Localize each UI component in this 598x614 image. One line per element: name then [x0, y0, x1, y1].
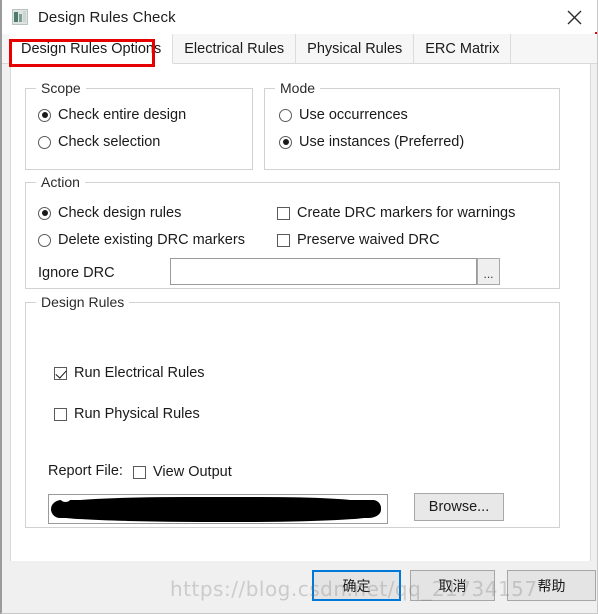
radio-check-entire-design[interactable]: Check entire design	[38, 107, 186, 123]
checkbox-run-electrical-rules[interactable]: Run Electrical Rules	[54, 365, 205, 381]
radio-use-instances[interactable]: Use instances (Preferred)	[279, 134, 464, 150]
checkbox-icon	[54, 366, 67, 380]
redaction-gap	[61, 497, 70, 502]
design-rules-group: Design Rules Run Electrical Rules Run Ph…	[25, 294, 560, 528]
radio-use-occurrences[interactable]: Use occurrences	[279, 107, 408, 123]
scope-group-title: Scope	[36, 80, 86, 96]
checkbox-create-drc-markers-for-warnings[interactable]: Create DRC markers for warnings	[277, 205, 539, 221]
checkbox-preserve-waived-drc[interactable]: Preserve waived DRC	[277, 232, 440, 248]
tab-strip: Design Rules Options Electrical Rules Ph…	[2, 34, 597, 64]
checkbox-icon	[277, 206, 290, 220]
checkbox-label: View Output	[153, 464, 232, 480]
checkbox-label: Run Physical Rules	[74, 406, 200, 422]
radio-check-design-rules[interactable]: Check design rules	[38, 205, 181, 221]
radio-label: Check design rules	[58, 205, 182, 221]
app-icon	[12, 9, 28, 25]
radio-label: Use occurrences	[299, 107, 408, 123]
mode-group: Mode Use occurrences Use instances (Pref…	[264, 80, 560, 170]
tab-design-rules-options[interactable]: Design Rules Options	[10, 34, 174, 64]
report-file-input[interactable]	[48, 494, 388, 524]
checkbox-icon	[133, 465, 146, 479]
radio-icon	[38, 135, 51, 149]
checkbox-icon	[54, 407, 67, 421]
radio-label: Check entire design	[58, 107, 187, 123]
ok-button[interactable]: 确定	[312, 570, 401, 601]
checkbox-label: Run Electrical Rules	[74, 365, 205, 381]
checkbox-label: Preserve waived DRC	[297, 232, 440, 248]
checkbox-view-output[interactable]: View Output	[133, 464, 232, 480]
radio-icon	[279, 108, 292, 122]
title-bar: Design Rules Check	[2, 0, 597, 34]
design-rules-group-title: Design Rules	[36, 294, 130, 310]
window-title: Design Rules Check	[38, 8, 176, 26]
radio-check-selection[interactable]: Check selection	[38, 134, 160, 150]
radio-label: Check selection	[58, 134, 161, 150]
dialog-footer: 确定 取消 帮助	[2, 561, 597, 613]
close-icon[interactable]	[551, 0, 597, 34]
action-group-title: Action	[36, 174, 85, 190]
checkbox-icon	[277, 233, 290, 247]
browse-button[interactable]: Browse...	[414, 493, 504, 521]
radio-label: Delete existing DRC markers	[58, 232, 245, 248]
checkbox-run-physical-rules[interactable]: Run Physical Rules	[54, 406, 200, 422]
ignore-drc-browse-button[interactable]: ...	[477, 258, 500, 285]
help-button[interactable]: 帮助	[507, 570, 596, 601]
tab-physical-rules[interactable]: Physical Rules	[296, 34, 415, 63]
radio-icon	[38, 206, 51, 220]
radio-icon	[38, 233, 51, 247]
radio-icon	[38, 108, 51, 122]
tab-content-panel: Scope Check entire design Check selectio…	[10, 64, 591, 562]
tab-erc-matrix[interactable]: ERC Matrix	[414, 34, 512, 63]
mode-group-title: Mode	[275, 80, 321, 96]
checkbox-label: Create DRC markers for warnings	[297, 205, 516, 221]
radio-delete-existing-drc-markers[interactable]: Delete existing DRC markers	[38, 232, 245, 248]
radio-icon	[279, 135, 292, 149]
report-file-label: Report File:	[48, 463, 123, 479]
cancel-button[interactable]: 取消	[410, 570, 495, 601]
redaction-overlay	[51, 497, 381, 522]
tab-electrical-rules[interactable]: Electrical Rules	[173, 34, 297, 63]
ignore-drc-label: Ignore DRC	[38, 265, 115, 281]
action-group: Action Check design rules Delete existin…	[25, 174, 560, 289]
scope-group: Scope Check entire design Check selectio…	[25, 80, 253, 170]
ignore-drc-input[interactable]	[170, 258, 477, 285]
radio-label: Use instances (Preferred)	[299, 134, 465, 150]
design-rules-check-dialog: Design Rules Check Design Rules Options …	[0, 0, 598, 614]
